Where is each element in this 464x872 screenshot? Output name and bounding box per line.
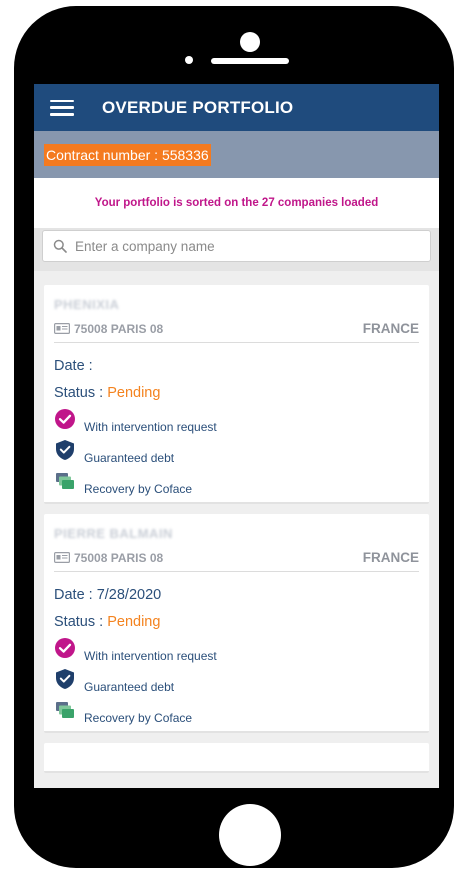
flag-label: Guaranteed debt bbox=[84, 451, 175, 465]
home-button[interactable] bbox=[219, 804, 281, 866]
contract-number: Contract number : 558336 bbox=[44, 143, 211, 166]
company-card-partial[interactable] bbox=[44, 743, 429, 773]
page-title: OVERDUE PORTFOLIO bbox=[102, 97, 294, 117]
id-card-icon bbox=[54, 323, 70, 334]
status-value: Pending bbox=[107, 614, 161, 630]
search-input[interactable] bbox=[75, 238, 405, 254]
status-line: Status : Pending bbox=[54, 385, 419, 405]
front-camera bbox=[240, 32, 260, 52]
flag-guaranteed: Guaranteed debt bbox=[54, 665, 419, 696]
flag-intervention: With intervention request bbox=[54, 634, 419, 665]
flag-label: With intervention request bbox=[84, 649, 217, 663]
flag-label: Recovery by Coface bbox=[84, 711, 193, 725]
flag-label: Recovery by Coface bbox=[84, 482, 193, 496]
proximity-sensor bbox=[185, 56, 193, 64]
contract-bar: Contract number : 558336 bbox=[34, 131, 439, 178]
recovery-cards-icon bbox=[56, 702, 74, 718]
hamburger-menu-icon[interactable] bbox=[50, 99, 74, 116]
status-line: Status : Pending bbox=[54, 614, 419, 634]
id-card-icon bbox=[54, 552, 70, 563]
company-country: FRANCE bbox=[362, 550, 419, 565]
earpiece-speaker bbox=[211, 58, 289, 64]
status-label: Status : bbox=[54, 385, 108, 401]
check-circle-icon bbox=[55, 638, 75, 658]
card-flags: With intervention request Guaranteed deb… bbox=[54, 405, 419, 502]
flag-label: With intervention request bbox=[84, 420, 217, 434]
status-label: Status : bbox=[54, 614, 108, 630]
search-icon bbox=[53, 239, 67, 253]
flag-intervention: With intervention request bbox=[54, 405, 419, 436]
recovery-cards-icon bbox=[56, 473, 74, 489]
company-address: 75008 PARIS 08 bbox=[74, 550, 164, 565]
company-country: FRANCE bbox=[362, 321, 419, 336]
address-row: 75008 PARIS 08 FRANCE bbox=[54, 544, 419, 572]
flag-recovery: Recovery by Coface bbox=[54, 696, 419, 727]
status-value: Pending bbox=[107, 385, 161, 401]
overdue-date: Date : 7/28/2020 bbox=[54, 587, 162, 603]
shield-check-icon bbox=[56, 440, 74, 460]
flag-guaranteed: Guaranteed debt bbox=[54, 436, 419, 467]
card-flags: With intervention request Guaranteed deb… bbox=[54, 634, 419, 731]
company-card[interactable]: PIERRE BALMAIN 75008 PARIS 08 FRANCE Dat… bbox=[44, 514, 429, 733]
company-name: PHENIXIA bbox=[54, 297, 120, 312]
check-circle-icon bbox=[55, 409, 75, 429]
address-row: 75008 PARIS 08 FRANCE bbox=[54, 315, 419, 343]
overdue-date: Date : bbox=[54, 358, 93, 374]
flag-label: Guaranteed debt bbox=[84, 680, 175, 694]
search-box[interactable] bbox=[42, 230, 431, 262]
app-header: OVERDUE PORTFOLIO bbox=[34, 84, 439, 131]
company-list: PHENIXIA 75008 PARIS 08 FRANCE Date : St… bbox=[34, 271, 439, 773]
company-name: PIERRE BALMAIN bbox=[54, 526, 173, 541]
app-screen: OVERDUE PORTFOLIO Contract number : 5583… bbox=[34, 84, 439, 788]
sort-info-message: Your portfolio is sorted on the 27 compa… bbox=[34, 178, 439, 228]
shield-check-icon bbox=[56, 669, 74, 689]
company-address: 75008 PARIS 08 bbox=[74, 321, 164, 336]
company-card[interactable]: PHENIXIA 75008 PARIS 08 FRANCE Date : St… bbox=[44, 285, 429, 504]
search-area bbox=[34, 228, 439, 271]
flag-recovery: Recovery by Coface bbox=[54, 467, 419, 498]
